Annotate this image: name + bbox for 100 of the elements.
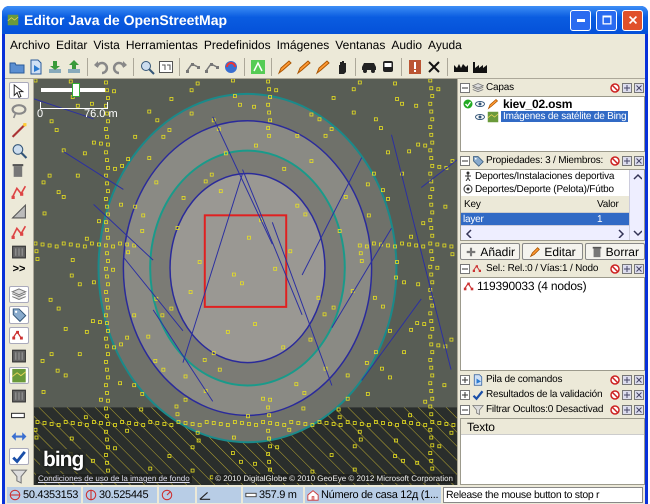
selection-item[interactable]: 119390033 (4 nodos) xyxy=(477,279,586,293)
vertical-scrollbar[interactable] xyxy=(629,170,644,240)
dock-icon[interactable] xyxy=(622,82,632,92)
collapse-icon[interactable] xyxy=(460,82,470,92)
expand-icon[interactable] xyxy=(460,390,470,400)
column-header: Valor xyxy=(596,198,620,210)
help-text: Release the mouse button to stop r xyxy=(443,486,643,502)
draw-line-icon[interactable] xyxy=(9,122,29,140)
redo-icon[interactable] xyxy=(112,58,128,74)
tag-icon[interactable] xyxy=(9,306,29,324)
tag-icon xyxy=(472,154,484,166)
pencil-icon[interactable] xyxy=(296,58,312,74)
dock-icon[interactable] xyxy=(622,390,632,400)
layers-icon[interactable] xyxy=(9,286,29,304)
menu-item[interactable]: Editar xyxy=(53,38,90,52)
satellite-map-drawing[interactable] xyxy=(34,79,457,485)
prohibited-icon[interactable] xyxy=(610,404,620,414)
check-icon xyxy=(472,388,484,400)
selection-icon[interactable] xyxy=(9,326,29,344)
column-header: Texto xyxy=(466,420,496,434)
map-icon xyxy=(487,110,499,122)
close-icon xyxy=(626,14,638,26)
menu-item[interactable]: Audio xyxy=(388,38,426,52)
menu-item[interactable]: Archivo xyxy=(7,38,54,52)
menu-item[interactable]: Imágenes xyxy=(274,38,332,52)
menu-item[interactable]: Ventanas xyxy=(332,38,388,52)
status-text: 50.4353153 xyxy=(23,488,78,500)
person-icon xyxy=(463,171,473,182)
close-icon[interactable] xyxy=(634,390,644,400)
app-icon xyxy=(7,14,19,26)
close-icon[interactable] xyxy=(634,264,644,274)
close-icon[interactable] xyxy=(634,404,644,414)
more-tools-button[interactable]: >> xyxy=(12,262,26,275)
status-text: Número de casa 12д (1... xyxy=(321,488,438,500)
panel-title: Pila de comandos xyxy=(486,374,564,385)
check-icon[interactable] xyxy=(9,448,29,466)
collapse-icon[interactable] xyxy=(460,264,470,274)
window-icon[interactable] xyxy=(158,58,174,74)
eye-icon[interactable] xyxy=(475,112,485,122)
panel-title: Resultados de la validación xyxy=(486,389,604,400)
minimize-icon xyxy=(576,18,584,22)
scale-bar xyxy=(40,102,108,109)
panel-button[interactable]: Añadir xyxy=(460,243,520,260)
close-button[interactable] xyxy=(622,10,643,30)
dock-icon[interactable] xyxy=(622,374,632,384)
minimize-button[interactable] xyxy=(570,10,591,30)
prohibited-icon[interactable] xyxy=(610,156,620,166)
prohibited-icon[interactable] xyxy=(610,82,620,92)
prohibited-icon[interactable] xyxy=(610,374,620,384)
horizontal-scrollbar[interactable] xyxy=(461,225,629,240)
ball-icon xyxy=(463,184,473,194)
eye-icon[interactable] xyxy=(475,98,485,108)
layer-item[interactable]: kiev_02.osm xyxy=(501,96,574,110)
panel-button[interactable]: Editar xyxy=(522,243,583,260)
terms-link[interactable]: Condiciones de uso de la imagen de fondo xyxy=(36,474,192,483)
prohibited-icon[interactable] xyxy=(610,264,620,274)
trash-icon xyxy=(590,246,603,258)
menu-item[interactable]: Herramientas xyxy=(122,38,201,52)
dock-icon[interactable] xyxy=(622,404,632,414)
upload-icon[interactable] xyxy=(66,58,82,74)
menu-item[interactable]: Ayuda xyxy=(425,38,465,52)
menu-item[interactable]: Predefinidos xyxy=(200,38,274,52)
scale-label: 0 xyxy=(37,108,44,120)
close-icon[interactable] xyxy=(634,156,644,166)
dock-icon[interactable] xyxy=(622,156,632,166)
table-row[interactable]: layer 1 xyxy=(461,213,629,226)
ruler-triangle-icon[interactable] xyxy=(9,202,29,220)
search-icon[interactable] xyxy=(139,58,155,74)
undo-icon[interactable] xyxy=(93,58,109,74)
pencil-icon[interactable] xyxy=(277,58,293,74)
status-text: 30.525445 xyxy=(99,488,148,500)
preset-link[interactable]: Deportes/Deporte (Pelota)/Fútbo xyxy=(475,184,614,195)
close-icon[interactable] xyxy=(634,374,644,384)
prohibited-icon[interactable] xyxy=(610,390,620,400)
house-icon xyxy=(307,488,319,500)
collapse-icon[interactable] xyxy=(460,404,470,414)
building-icon[interactable] xyxy=(9,242,29,260)
warning-icon[interactable] xyxy=(407,58,423,74)
scale-label: 76.0 m xyxy=(84,108,118,120)
preset-link[interactable]: Deportes/Instalaciones deportiva xyxy=(475,170,614,182)
document-icon[interactable] xyxy=(28,58,44,74)
download-icon[interactable] xyxy=(47,58,63,74)
column-header: Key xyxy=(463,198,482,210)
maximize-button[interactable] xyxy=(596,10,617,30)
cross-icon[interactable] xyxy=(426,58,442,74)
pencil-icon[interactable] xyxy=(315,58,331,74)
status-text: 357.9 m xyxy=(259,488,297,500)
slider-thumb[interactable] xyxy=(72,83,80,97)
collapse-icon[interactable] xyxy=(460,156,470,166)
layer-item[interactable]: Imágenes de satélite de Bing xyxy=(501,111,628,122)
compass-icon xyxy=(161,488,173,500)
menu-item[interactable]: Vista xyxy=(90,38,123,52)
select-icon[interactable] xyxy=(9,82,29,100)
dock-icon[interactable] xyxy=(622,264,632,274)
expand-icon[interactable] xyxy=(460,374,470,384)
close-icon[interactable] xyxy=(634,82,644,92)
panel-button[interactable]: Borrar xyxy=(584,243,645,260)
way-icon xyxy=(463,280,475,292)
bus-icon[interactable] xyxy=(380,58,396,74)
maximize-icon xyxy=(600,14,612,26)
